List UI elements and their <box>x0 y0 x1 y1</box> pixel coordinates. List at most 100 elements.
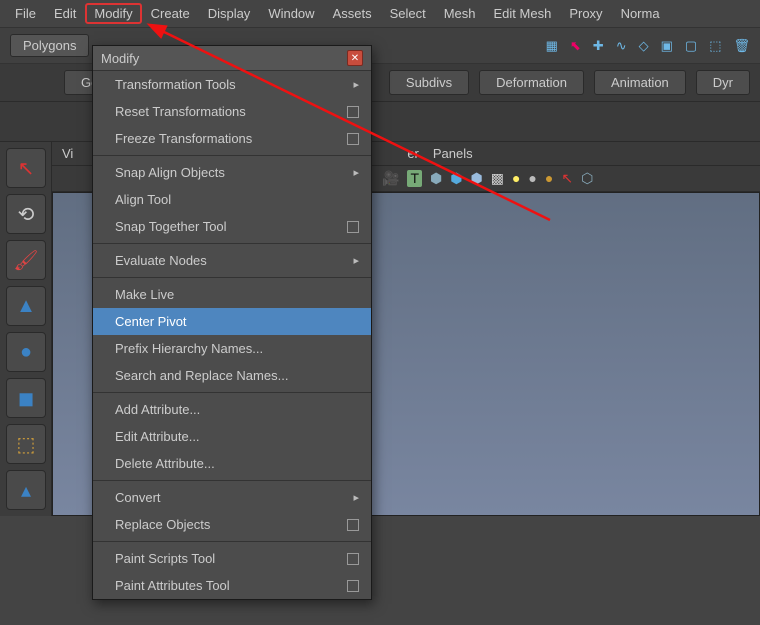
menu-modify[interactable]: Modify <box>85 3 141 24</box>
menu-separator <box>93 541 371 542</box>
menu-item-label: Add Attribute... <box>115 402 200 417</box>
menu-separator <box>93 480 371 481</box>
menu-item-snap-align-objects[interactable]: Snap Align Objects▸ <box>93 159 371 186</box>
cursor-icon[interactable]: ⬉ <box>570 38 581 54</box>
menu-item-reset-transformations[interactable]: Reset Transformations <box>93 98 371 125</box>
wire-icon[interactable]: ⬡ <box>581 170 593 187</box>
menu-item-label: Edit Attribute... <box>115 429 200 444</box>
light-yellow-icon[interactable]: ● <box>512 170 520 187</box>
checker-icon[interactable]: ▩ <box>491 170 504 187</box>
viewport-menu-view[interactable]: Vi <box>62 146 73 161</box>
light-grey-icon[interactable]: ● <box>528 170 536 187</box>
tab-subdivs[interactable]: Subdivs <box>389 70 469 95</box>
menu-item-search-and-replace-names[interactable]: Search and Replace Names... <box>93 362 371 389</box>
grid-icon[interactable]: ▦ <box>546 38 558 54</box>
menu-item-label: Snap Together Tool <box>115 219 227 234</box>
pick-icon[interactable]: ↖ <box>561 170 573 187</box>
menu-proxy[interactable]: Proxy <box>560 3 611 24</box>
menu-item-label: Evaluate Nodes <box>115 253 207 268</box>
viewport-menu-render[interactable]: er <box>407 146 419 161</box>
menu-assets[interactable]: Assets <box>324 3 381 24</box>
menu-edit[interactable]: Edit <box>45 3 85 24</box>
option-box-icon[interactable] <box>347 221 359 233</box>
close-icon[interactable]: ✕ <box>347 50 363 66</box>
pyramid-tool-icon[interactable]: ▴ <box>6 470 46 510</box>
menu-item-prefix-hierarchy-names[interactable]: Prefix Hierarchy Names... <box>93 335 371 362</box>
paint-tool-icon[interactable]: 🖌 <box>6 240 46 280</box>
option-box-icon[interactable] <box>347 553 359 565</box>
box-icon[interactable]: ▣ <box>661 38 673 54</box>
menu-item-label: Reset Transformations <box>115 104 246 119</box>
menu-item-edit-attribute[interactable]: Edit Attribute... <box>93 423 371 450</box>
submenu-arrow-icon: ▸ <box>353 254 359 267</box>
menu-item-paint-scripts-tool[interactable]: Paint Scripts Tool <box>93 545 371 572</box>
shade-box1-icon[interactable]: ⬢ <box>430 170 442 187</box>
option-box-icon[interactable] <box>347 133 359 145</box>
tool-column: ↖ ⟲ 🖌 ▲ ● ◼ ⬚ ▴ <box>0 142 52 516</box>
menu-item-make-live[interactable]: Make Live <box>93 281 371 308</box>
menu-select[interactable]: Select <box>381 3 435 24</box>
menu-item-label: Make Live <box>115 287 174 302</box>
mode-pill-polygons[interactable]: Polygons <box>10 34 89 57</box>
select-tool-icon[interactable]: ↖ <box>6 148 46 188</box>
option-box-icon[interactable] <box>347 106 359 118</box>
shade-box2-icon[interactable]: ⬢ <box>450 170 462 187</box>
menu-item-align-tool[interactable]: Align Tool <box>93 186 371 213</box>
menu-item-label: Freeze Transformations <box>115 131 252 146</box>
menu-item-label: Paint Attributes Tool <box>115 578 230 593</box>
menu-item-freeze-transformations[interactable]: Freeze Transformations <box>93 125 371 152</box>
shelf-icons: ▦ ⬉ ✚ ∿ ◇ ▣ ▢ ⬚ 🗑 <box>546 38 750 54</box>
menu-separator <box>93 155 371 156</box>
box3-icon[interactable]: ⬚ <box>709 38 721 54</box>
tab-animation[interactable]: Animation <box>594 70 686 95</box>
viewport-menu-panels[interactable]: Panels <box>433 146 473 161</box>
menu-item-evaluate-nodes[interactable]: Evaluate Nodes ▸ <box>93 247 371 274</box>
lattice-tool-icon[interactable]: ⬚ <box>6 424 46 464</box>
shade-box3-icon[interactable]: ⬢ <box>470 170 482 187</box>
menu-item-convert[interactable]: Convert ▸ <box>93 484 371 511</box>
menu-item-replace-objects[interactable]: Replace Objects <box>93 511 371 538</box>
menu-item-paint-attributes-tool[interactable]: Paint Attributes Tool <box>93 572 371 599</box>
menu-separator <box>93 277 371 278</box>
menu-item-label: Prefix Hierarchy Names... <box>115 341 263 356</box>
menu-item-label: Search and Replace Names... <box>115 368 288 383</box>
lasso-tool-icon[interactable]: ⟲ <box>6 194 46 234</box>
menu-mesh[interactable]: Mesh <box>435 3 485 24</box>
menu-norma[interactable]: Norma <box>612 3 669 24</box>
tab-deformation[interactable]: Deformation <box>479 70 584 95</box>
menu-item-transformation-tools[interactable]: Transformation Tools ▸ <box>93 71 371 98</box>
sphere-tool-icon[interactable]: ● <box>6 332 46 372</box>
menu-separator <box>93 392 371 393</box>
menu-item-delete-attribute[interactable]: Delete Attribute... <box>93 450 371 477</box>
cone-tool-icon[interactable]: ▲ <box>6 286 46 326</box>
submenu-arrow-icon: ▸ <box>353 491 359 504</box>
menu-window[interactable]: Window <box>259 3 323 24</box>
option-box-icon[interactable] <box>347 519 359 531</box>
text-icon[interactable]: T <box>407 170 422 187</box>
box2-icon[interactable]: ▢ <box>685 38 697 54</box>
tab-dyn[interactable]: Dyr <box>696 70 750 95</box>
menu-file[interactable]: File <box>6 3 45 24</box>
menu-item-label: Delete Attribute... <box>115 456 215 471</box>
modify-menu-popup: Modify ✕ Transformation Tools ▸ Reset Tran… <box>92 45 372 600</box>
submenu-arrow-icon: ▸ <box>353 78 359 91</box>
option-box-icon[interactable] <box>347 580 359 592</box>
plus-icon[interactable]: ✚ <box>593 38 604 54</box>
menu-item-label: Align Tool <box>115 192 171 207</box>
menu-display[interactable]: Display <box>199 3 260 24</box>
popup-title: Modify <box>101 51 139 66</box>
menu-item-snap-together-tool[interactable]: Snap Together Tool <box>93 213 371 240</box>
menu-create[interactable]: Create <box>142 3 199 24</box>
snap-icon[interactable]: ◇ <box>639 38 649 54</box>
trash-icon[interactable]: 🗑 <box>733 38 750 54</box>
menu-item-center-pivot[interactable]: Center Pivot <box>93 308 371 335</box>
menu-item-add-attribute[interactable]: Add Attribute... <box>93 396 371 423</box>
menu-item-label: Convert <box>115 490 161 505</box>
light-gold-icon[interactable]: ● <box>545 170 553 187</box>
menu-item-label: Snap Align Objects <box>115 165 225 180</box>
camera-icon[interactable]: 🎥 <box>382 170 399 187</box>
menu-item-label: Transformation Tools <box>115 77 236 92</box>
cube-tool-icon[interactable]: ◼ <box>6 378 46 418</box>
menu-edit-mesh[interactable]: Edit Mesh <box>485 3 561 24</box>
curve-icon[interactable]: ∿ <box>616 38 627 54</box>
